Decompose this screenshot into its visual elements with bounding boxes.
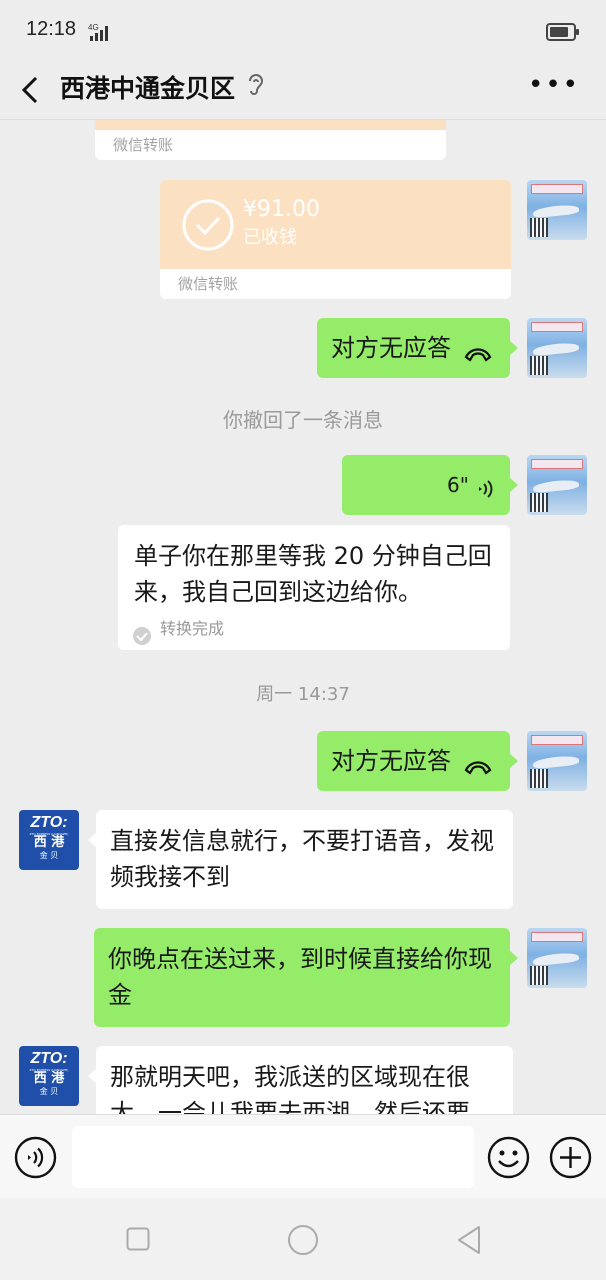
transfer-card-partial[interactable]: 微信转账: [95, 120, 446, 160]
message-bubble-received[interactable]: 那就明天吧，我派送的区域现在很 大，一会儿我要去西湖，然后还要: [88, 1046, 513, 1114]
recent-apps-icon[interactable]: [126, 1227, 150, 1255]
check-icon: [132, 620, 152, 656]
call-bubble[interactable]: 对方无应答: [317, 731, 518, 791]
transfer-label: 微信转账: [160, 269, 511, 299]
emoji-icon[interactable]: [487, 1136, 530, 1183]
check-circle-icon: [181, 198, 235, 256]
avatar-contact[interactable]: ZTO: ZTO EXPRESS (LIANGWEI) 西 港 金 贝: [19, 810, 79, 870]
plus-icon[interactable]: [549, 1136, 592, 1183]
home-icon[interactable]: [287, 1224, 319, 1260]
avatar-self[interactable]: [527, 455, 587, 515]
phone-hangup-icon: [463, 751, 493, 787]
zto-branch: 金 贝: [39, 851, 59, 860]
transcribe-status: 转换完成: [160, 619, 225, 638]
avatar-self[interactable]: [527, 318, 587, 378]
call-status: 对方无应答: [331, 334, 451, 362]
avatar-self[interactable]: [527, 180, 587, 240]
message-text: 你晚点在送过来，到时候直接给你现金: [108, 945, 492, 1009]
chat-area[interactable]: 微信转账 ¥91.00 已收钱 微信转账 对方无应答 你撤回了一条消息 6" 单…: [0, 120, 606, 1114]
call-bubble[interactable]: 对方无应答: [317, 318, 518, 378]
input-bar: [0, 1114, 606, 1198]
phone-hangup-icon: [463, 338, 493, 374]
avatar-contact[interactable]: ZTO: ZTO EXPRESS (LIANGWEI) 西 港 金 贝: [19, 1046, 79, 1106]
zto-logo: ZTO:: [30, 814, 68, 831]
message-bubble-sent[interactable]: 你晚点在送过来，到时候直接给你现金: [94, 928, 518, 1027]
battery-icon: [546, 23, 580, 45]
network-type: 4G: [88, 23, 99, 32]
more-icon[interactable]: •••: [528, 70, 580, 100]
avatar-self[interactable]: [527, 731, 587, 791]
voice-duration: 6": [447, 473, 469, 497]
zto-city: 西 港: [33, 835, 65, 850]
back-icon[interactable]: [18, 68, 46, 112]
recall-notice: 你撤回了一条消息: [223, 408, 383, 432]
transcribed-text: 单子你在那里等我 20 分钟自己回来，我自己回到这边给你。: [134, 542, 492, 606]
chat-title: 西港中通金贝区: [60, 74, 236, 103]
system-nav-bar: [0, 1198, 606, 1280]
voice-icon[interactable]: [14, 1136, 57, 1183]
message-text: 直接发信息就行，不要打语音，发视频我接不到: [110, 827, 494, 891]
message-text-line: 大，一会儿我要去西湖，然后还要: [110, 1099, 470, 1114]
transfer-status: 已收钱: [243, 227, 297, 248]
transfer-card[interactable]: ¥91.00 已收钱 微信转账: [160, 180, 511, 299]
message-bubble-received[interactable]: 直接发信息就行，不要打语音，发视频我接不到: [88, 810, 513, 909]
message-input[interactable]: [72, 1126, 474, 1188]
nav-back-icon[interactable]: [456, 1225, 482, 1259]
message-text-line: 那就明天吧，我派送的区域现在很: [110, 1063, 470, 1091]
timestamp: 周一 14:37: [256, 684, 350, 705]
transfer-amount: ¥91.00: [243, 197, 320, 222]
voice-wave-icon: [474, 474, 494, 510]
chat-header: 西港中通金贝区 •••: [0, 60, 606, 120]
avatar-self[interactable]: [527, 928, 587, 988]
voice-message-bubble[interactable]: 6": [342, 455, 518, 515]
zto-branch: 金 贝: [39, 1087, 59, 1096]
status-time: 12:18: [26, 18, 77, 40]
ear-icon: [245, 72, 265, 102]
signal-icon: 4G: [88, 22, 114, 46]
transfer-label: 微信转账: [95, 130, 446, 160]
status-bar: 12:18 4G: [0, 0, 606, 60]
transcription-bubble[interactable]: 单子你在那里等我 20 分钟自己回来，我自己回到这边给你。 转换完成: [118, 525, 510, 650]
zto-city: 西 港: [33, 1071, 65, 1086]
call-status: 对方无应答: [331, 747, 451, 775]
zto-logo: ZTO:: [30, 1050, 68, 1067]
